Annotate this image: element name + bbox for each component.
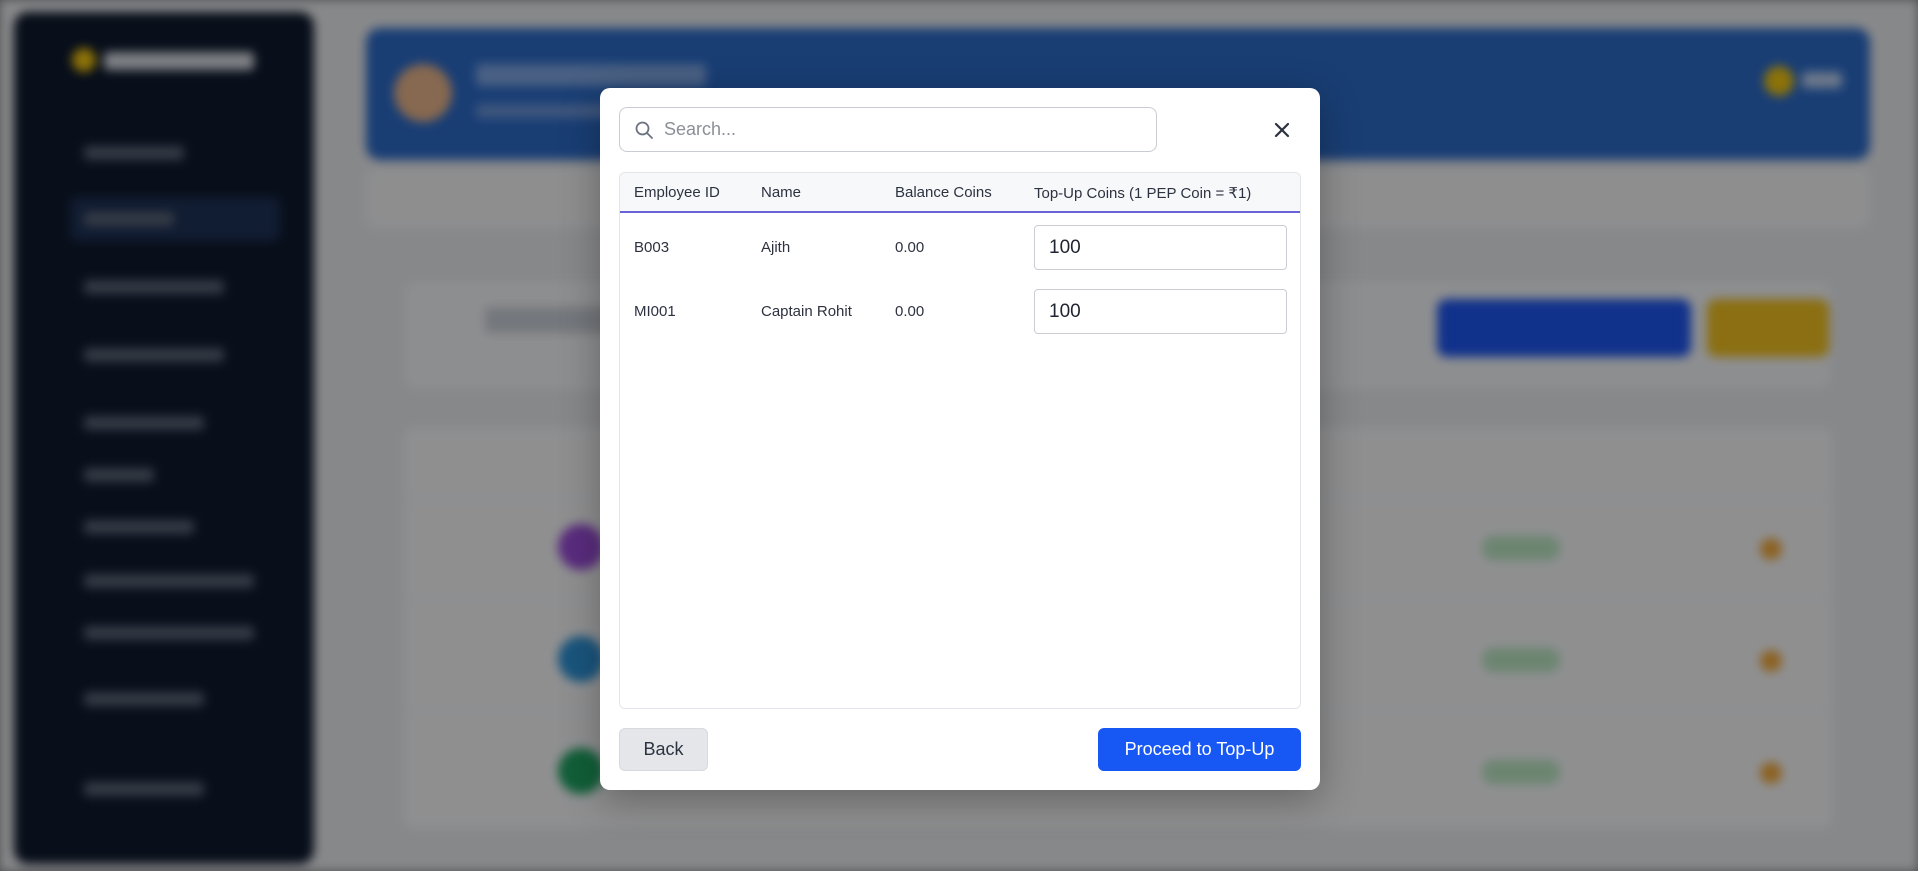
table-header: Employee ID Name Balance Coins Top-Up Co… (620, 173, 1300, 213)
balance-coins-cell: 0.00 (895, 239, 925, 256)
topup-modal: Employee ID Name Balance Coins Top-Up Co… (600, 88, 1320, 790)
proceed-to-topup-button[interactable]: Proceed to Top-Up (1098, 728, 1301, 771)
column-header-name: Name (761, 184, 802, 201)
topup-coins-input[interactable] (1034, 225, 1287, 270)
search-box (619, 107, 1157, 152)
back-button[interactable]: Back (619, 728, 708, 771)
column-header-topup-coins: Top-Up Coins (1 PEP Coin = ₹1) (1034, 185, 1252, 202)
employee-name-cell: Ajith (761, 239, 791, 256)
employee-id-cell: MI001 (634, 303, 676, 320)
topup-coins-input[interactable] (1034, 289, 1287, 334)
column-header-balance-coins: Balance Coins (895, 184, 992, 201)
search-input[interactable] (664, 108, 1144, 151)
close-icon[interactable] (1268, 116, 1296, 144)
table-row: B003 Ajith 0.00 (620, 216, 1300, 280)
topup-table: Employee ID Name Balance Coins Top-Up Co… (619, 172, 1301, 709)
balance-coins-cell: 0.00 (895, 303, 925, 320)
employee-name-cell: Captain Rohit (761, 303, 852, 320)
employee-id-cell: B003 (634, 239, 670, 256)
column-header-employee-id: Employee ID (634, 184, 720, 201)
table-row: MI001 Captain Rohit 0.00 (620, 280, 1300, 344)
search-icon (635, 121, 653, 139)
